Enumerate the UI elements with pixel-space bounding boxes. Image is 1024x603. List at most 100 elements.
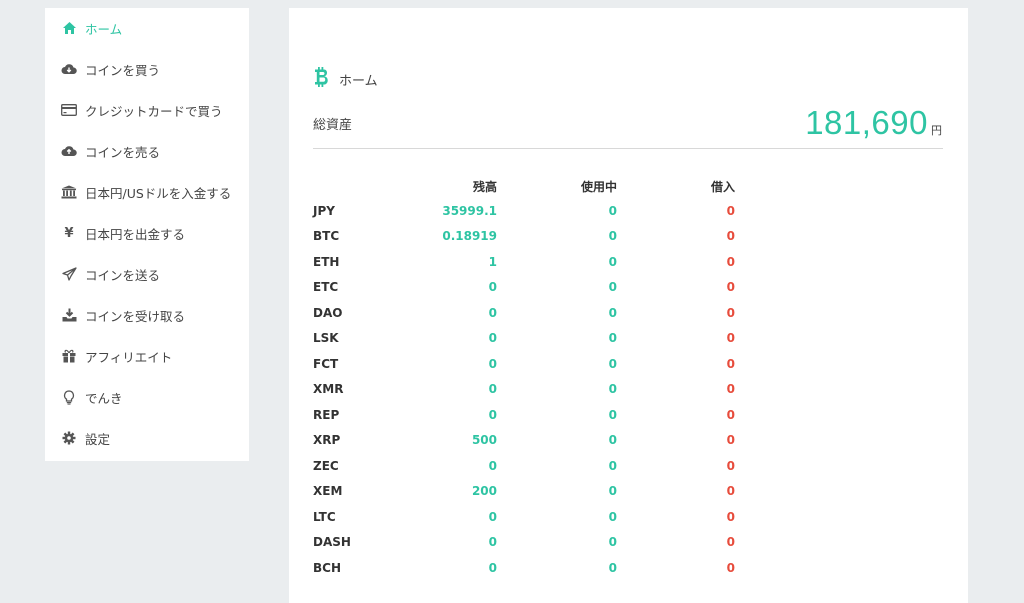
balance-cell: 0 (488, 280, 497, 294)
home-icon (61, 20, 77, 36)
in-use-cell: 0 (608, 560, 617, 575)
sidebar-item-denki[interactable]: でんき (45, 379, 249, 415)
balance-cell: 200 (471, 484, 497, 498)
balance-cell: 0 (488, 356, 497, 371)
sidebar-item-label: でんき (85, 390, 123, 406)
currency-name: DAO (313, 305, 343, 320)
page-title: ホーム (339, 73, 378, 89)
borrowed-cell: 0 (726, 305, 735, 320)
sidebar-item-sell-coin[interactable]: コインを売る (45, 133, 249, 169)
sidebar-item-label: 日本円/USドルを入金する (85, 185, 232, 201)
currency-name: LSK (313, 331, 339, 345)
total-assets-value: 181,690 (805, 104, 928, 141)
borrowed-cell: 0 (726, 407, 735, 422)
currency-name: BCH (313, 560, 341, 575)
sidebar-item-label: 設定 (85, 431, 111, 447)
total-assets-unit: 円 (931, 124, 942, 137)
sidebar-item-home[interactable]: ホーム (45, 10, 249, 46)
sidebar-item-buy-coin[interactable]: コインを買う (45, 51, 249, 87)
in-use-cell: 0 (608, 280, 617, 294)
in-use-cell: 0 (608, 535, 617, 549)
total-assets-label: 総資産 (313, 118, 353, 133)
in-use-cell: 0 (608, 458, 617, 473)
bank-icon (61, 184, 77, 200)
currency-name: BTC (313, 229, 340, 243)
currency-name: ETC (313, 280, 339, 294)
currency-name: XEM (313, 484, 343, 498)
sidebar-item-affiliate[interactable]: アフィリエイト (45, 338, 249, 374)
in-use-cell: 0 (608, 203, 617, 218)
page-header: ホーム (313, 66, 378, 92)
in-use-cell: 0 (608, 382, 617, 396)
in-use-cell: 0 (608, 254, 617, 269)
currency-name: XRP (313, 433, 341, 447)
header-borrowed: 借入 (710, 180, 735, 194)
borrowed-cell: 0 (726, 458, 735, 473)
balance-cell: 0 (488, 331, 497, 345)
sidebar-item-label: コインを受け取る (85, 308, 186, 324)
borrowed-cell: 0 (726, 280, 735, 294)
divider (313, 148, 943, 149)
currency-name: ZEC (313, 458, 339, 473)
sidebar-item-credit-card[interactable]: クレジットカードで買う (45, 92, 249, 128)
borrowed-cell: 0 (726, 535, 735, 549)
in-use-cell: 0 (608, 407, 617, 422)
currency-name: JPY (313, 203, 335, 218)
borrowed-cell: 0 (726, 203, 735, 218)
borrowed-cell: 0 (726, 254, 735, 269)
cloud-download-icon (61, 61, 77, 77)
download-tray-icon (61, 307, 77, 323)
in-use-cell: 0 (608, 331, 617, 345)
main-panel: ホーム 総資産 181,690 円 残高 使用中 借入 JPY 35999.1 0 0… (289, 8, 968, 603)
balance-cell: 0 (488, 458, 497, 473)
sidebar-item-deposit[interactable]: 日本円/USドルを入金する (45, 174, 249, 210)
header-in-use: 使用中 (580, 180, 617, 194)
sidebar: ホーム コインを買う クレジットカードで買う コインを売る 日本円/USドルを入… (45, 8, 249, 461)
header-balance: 残高 (472, 180, 497, 194)
borrowed-cell: 0 (726, 509, 735, 524)
borrowed-cell: 0 (726, 560, 735, 575)
sidebar-item-label: アフィリエイト (85, 349, 173, 365)
balance-cell: 1 (488, 254, 497, 269)
balance-cell: 0 (488, 535, 497, 549)
sidebar-item-label: クレジットカードで買う (85, 103, 223, 119)
sidebar-item-label: 日本円を出金する (85, 226, 186, 242)
balance-cell: 0.18919 (442, 229, 497, 243)
borrowed-cell: 0 (726, 484, 735, 498)
lightbulb-icon (61, 389, 77, 405)
in-use-cell: 0 (608, 433, 617, 447)
sidebar-item-send-coin[interactable]: コインを送る (45, 256, 249, 292)
in-use-cell: 0 (608, 229, 617, 243)
currency-name: XMR (313, 382, 344, 396)
paper-plane-icon (61, 266, 77, 282)
currency-name: REP (313, 407, 340, 422)
sidebar-item-withdraw[interactable]: ¥ 日本円を出金する (45, 215, 249, 251)
gift-icon (61, 348, 77, 364)
sidebar-item-label: コインを送る (85, 267, 161, 283)
balance-cell: 0 (488, 509, 497, 524)
borrowed-cell: 0 (726, 331, 735, 345)
currency-name: DASH (313, 535, 351, 549)
balance-cell: 0 (488, 382, 497, 396)
sidebar-item-label: ホーム (85, 21, 123, 37)
sidebar-item-settings[interactable]: 設定 (45, 420, 249, 456)
borrowed-cell: 0 (726, 229, 735, 243)
sidebar-item-label: コインを買う (85, 62, 161, 78)
balance-cell: 0 (488, 305, 497, 320)
balance-cell: 0 (488, 407, 497, 422)
in-use-cell: 0 (608, 509, 617, 524)
currency-name: FCT (313, 356, 339, 371)
bitcoin-icon (313, 66, 331, 92)
credit-card-icon (61, 102, 77, 118)
total-assets: 181,690 円 (805, 104, 942, 142)
in-use-cell: 0 (608, 305, 617, 320)
in-use-cell: 0 (608, 356, 617, 371)
borrowed-cell: 0 (726, 382, 735, 396)
borrowed-cell: 0 (726, 356, 735, 371)
in-use-cell: 0 (608, 484, 617, 498)
currency-name: ETH (313, 254, 340, 269)
balance-cell: 0 (488, 560, 497, 575)
gear-icon (61, 430, 77, 446)
sidebar-item-receive-coin[interactable]: コインを受け取る (45, 297, 249, 333)
borrowed-cell: 0 (726, 433, 735, 447)
